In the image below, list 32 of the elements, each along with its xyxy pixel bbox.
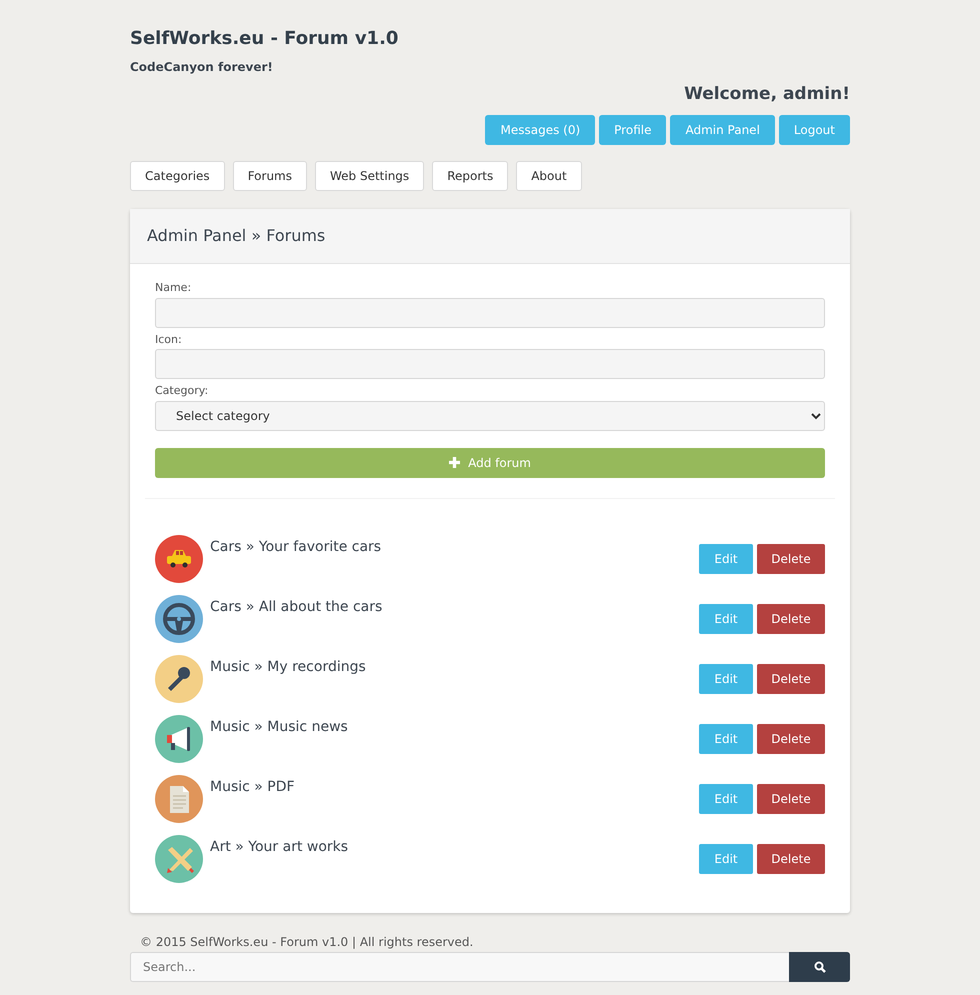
- field-label: Category:: [155, 383, 210, 400]
- site-title: SelfWorks.eu - Forum v1.0: [130, 28, 400, 50]
- panel-header: Admin Panel » Forums: [130, 209, 850, 264]
- category-select[interactable]: Select category: [155, 400, 825, 431]
- delete-button[interactable]: Delete: [757, 604, 825, 634]
- search-icon: [814, 960, 826, 973]
- plus-icon: [449, 457, 460, 468]
- field-label: Name:: [155, 280, 192, 296]
- input-field[interactable]: [155, 298, 825, 328]
- delete-button[interactable]: Delete: [757, 784, 825, 814]
- nav-button[interactable]: Web Settings: [314, 161, 424, 192]
- search-button[interactable]: [789, 952, 850, 982]
- field-label: Icon:: [155, 332, 183, 348]
- welcome-text: Welcome, admin!: [683, 82, 850, 106]
- nav-button[interactable]: Forums: [232, 161, 307, 192]
- tagline: CodeCanyon forever!: [130, 58, 274, 76]
- forum-title: Music » My recordings: [210, 658, 366, 677]
- search-field[interactable]: Search...: [130, 952, 789, 982]
- forum-title: Cars » Your favorite cars: [210, 538, 382, 557]
- copyright-text: © 2015 SelfWorks.eu - Forum v1.0 | All rights reserved.: [140, 934, 474, 951]
- delete-button[interactable]: Delete: [757, 664, 825, 694]
- delete-button[interactable]: Delete: [757, 544, 825, 574]
- forum-title: Art » Your art works: [210, 838, 348, 857]
- forum-title: Music » PDF: [210, 778, 295, 797]
- nav-button[interactable]: Reports: [432, 161, 508, 192]
- nav-button[interactable]: Categories: [130, 161, 225, 192]
- forum-title: Cars » All about the cars: [210, 598, 382, 617]
- forum-title: Music » Music news: [210, 718, 348, 737]
- delete-button[interactable]: Delete: [757, 844, 825, 874]
- delete-button[interactable]: Delete: [757, 724, 825, 754]
- nav-button[interactable]: About: [516, 161, 582, 192]
- input-field[interactable]: [155, 349, 825, 380]
